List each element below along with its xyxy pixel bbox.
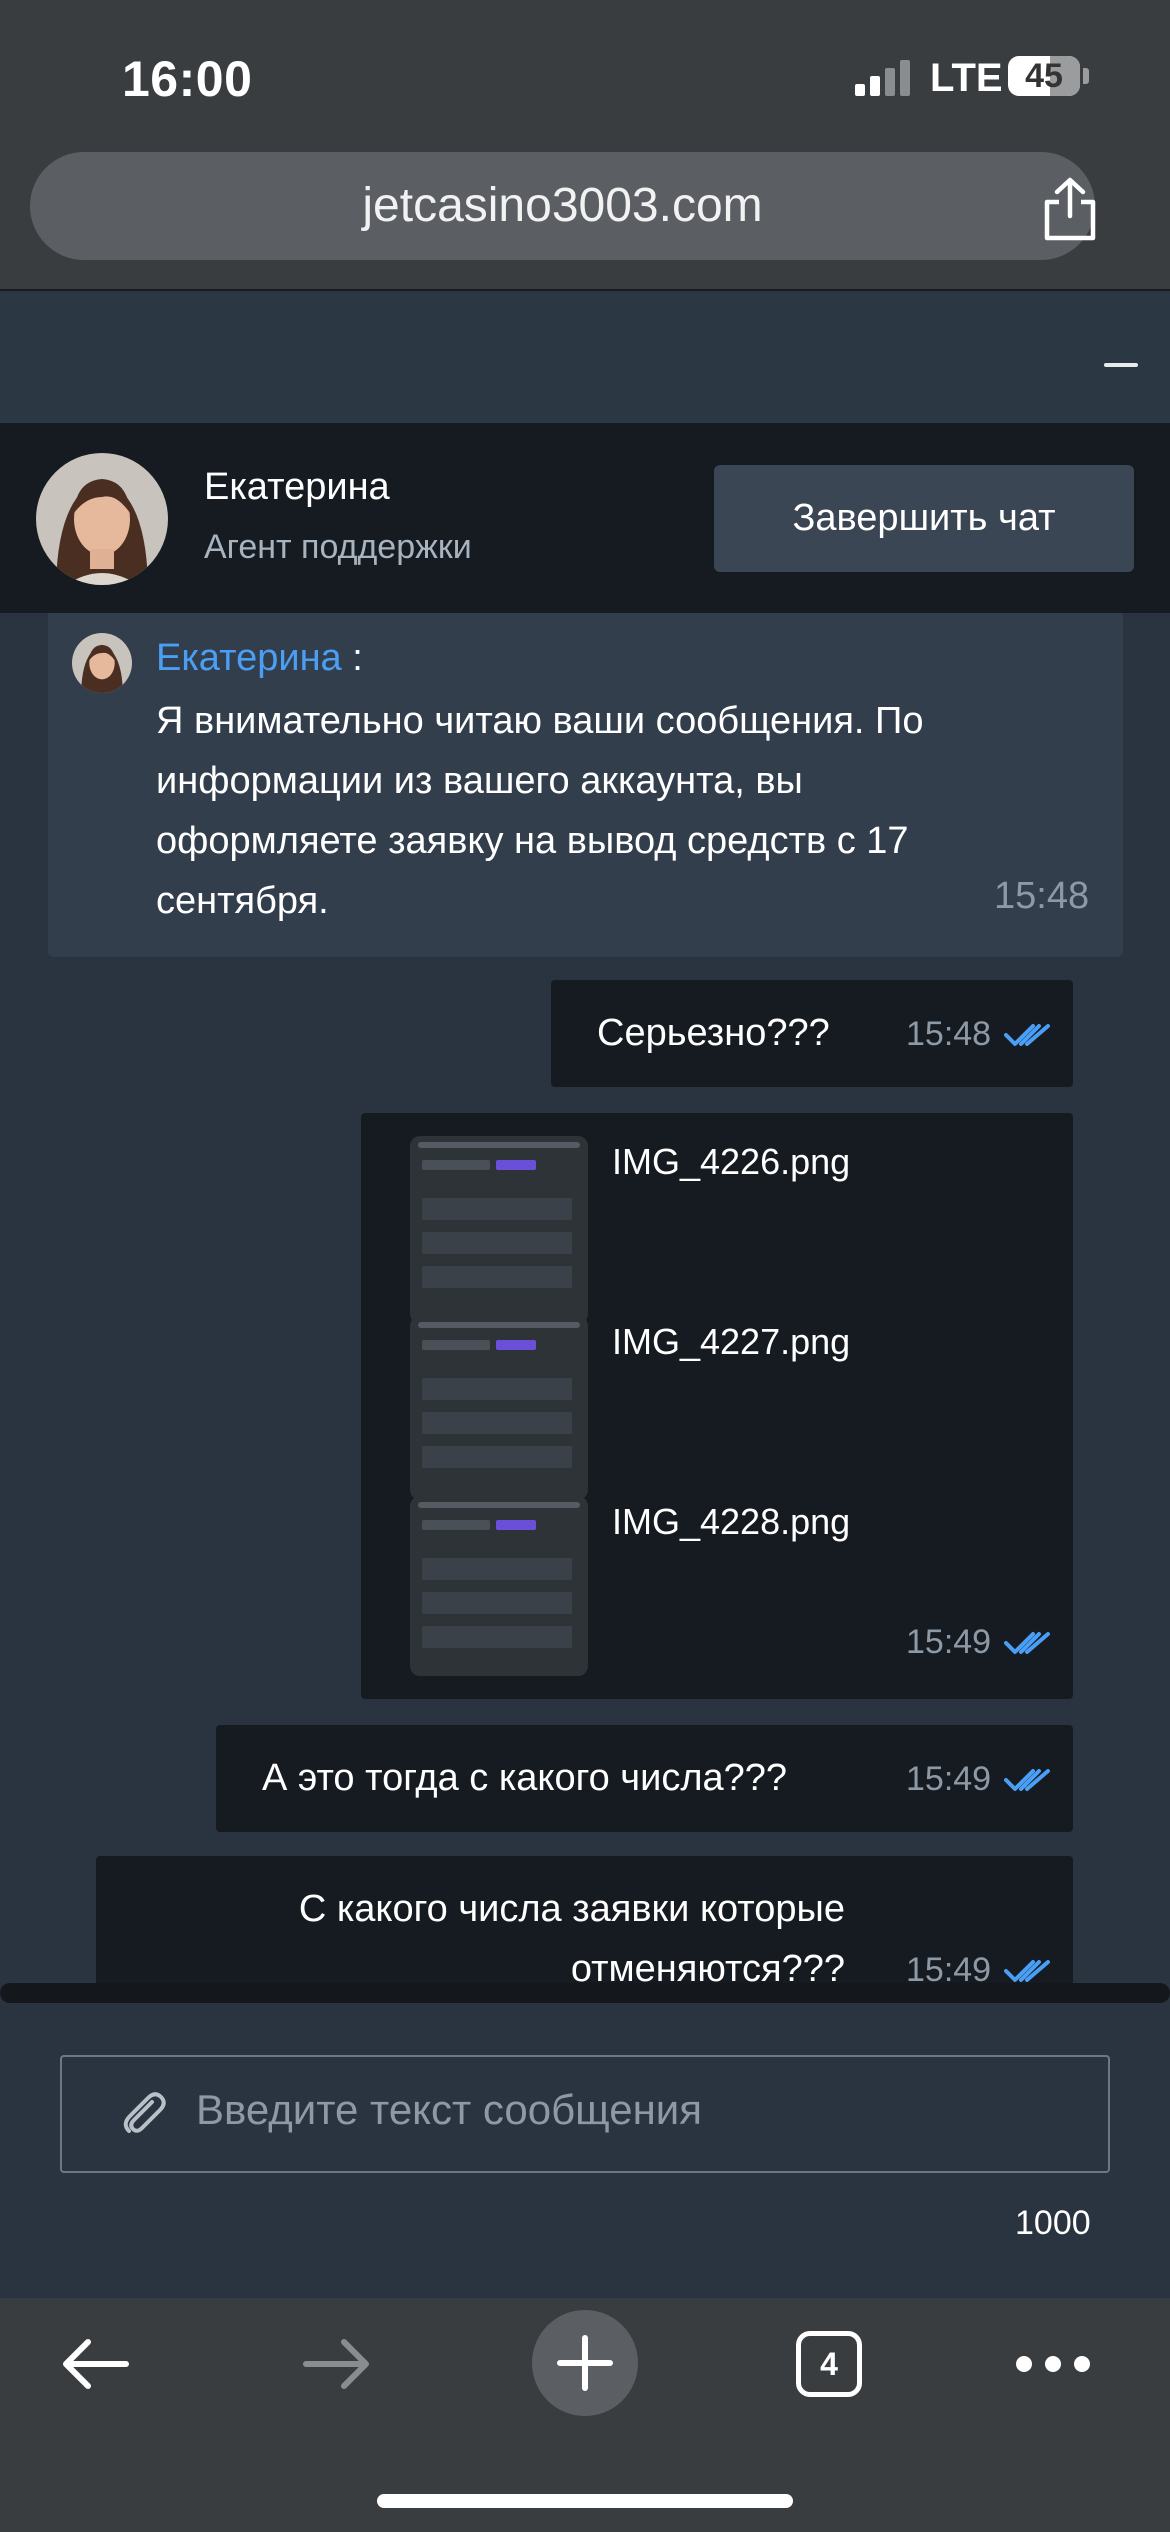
attachment-thumbnail[interactable]: [410, 1136, 588, 1324]
url-text: jetcasino3003.com: [362, 179, 763, 232]
scroll-divider: [0, 1983, 1170, 2003]
attach-icon[interactable]: [118, 2088, 168, 2138]
read-checkmarks-icon: [1004, 1024, 1050, 1046]
message-time: 15:48: [994, 875, 1090, 917]
read-checkmarks-icon: [1004, 1960, 1050, 1982]
message-sender: Екатерина: [156, 637, 342, 679]
back-arrow-icon[interactable]: [58, 2334, 130, 2394]
read-checkmarks-icon: [1004, 1632, 1050, 1654]
end-chat-button[interactable]: Завершить чат: [714, 465, 1134, 572]
signal-icon: [855, 60, 915, 96]
attachment-filename[interactable]: IMG_4226.png: [612, 1141, 850, 1183]
battery-tip: [1083, 68, 1089, 84]
tabs-button[interactable]: 4: [796, 2331, 862, 2397]
plus-icon: [557, 2335, 613, 2391]
agent-avatar: [36, 453, 168, 585]
address-bar[interactable]: jetcasino3003.com: [30, 152, 1095, 260]
attachment-filename[interactable]: IMG_4228.png: [612, 1501, 850, 1543]
sender-colon: :: [352, 637, 363, 679]
minimize-icon[interactable]: [1104, 363, 1138, 367]
char-counter: 1000: [1015, 2204, 1091, 2242]
share-icon[interactable]: [1035, 174, 1105, 244]
battery-level: 45: [1025, 57, 1063, 95]
battery-icon: 45: [1008, 56, 1080, 96]
message-time: 15:48: [906, 1015, 992, 1053]
agent-role: Агент поддержки: [204, 528, 472, 566]
sender-avatar: [72, 633, 132, 693]
chat-top-strip: [0, 293, 1170, 423]
message-text: С какого числа заявки которые отменяются…: [130, 1879, 845, 1999]
agent-name: Екатерина: [204, 466, 390, 508]
attachment-filename[interactable]: IMG_4227.png: [612, 1321, 850, 1363]
message-text-line: С какого числа заявки которые: [298, 1888, 845, 1930]
network-type: LTE: [930, 56, 1003, 100]
message-time: 15:49: [906, 1760, 992, 1798]
attachment-thumbnail[interactable]: [410, 1316, 588, 1500]
message-time: 15:49: [906, 1623, 992, 1661]
forward-arrow-icon[interactable]: [302, 2334, 374, 2394]
message-text: Серьезно???: [597, 1012, 830, 1054]
read-checkmarks-icon: [1004, 1769, 1050, 1791]
message-text: Я внимательно читаю ваши сообщения. По и…: [156, 700, 924, 922]
message-text: А это тогда с какого числа???: [262, 1757, 788, 1799]
attachment-thumbnail[interactable]: [410, 1496, 588, 1676]
message-placeholder: Введите текст сообщения: [196, 2086, 703, 2133]
home-indicator: [377, 2494, 793, 2508]
status-time: 16:00: [122, 51, 253, 107]
more-icon[interactable]: [1016, 2356, 1090, 2372]
new-tab-button[interactable]: [532, 2310, 638, 2416]
message-list[interactable]: Екатерина : Я внимательно читаю ваши соо…: [0, 613, 1170, 2003]
